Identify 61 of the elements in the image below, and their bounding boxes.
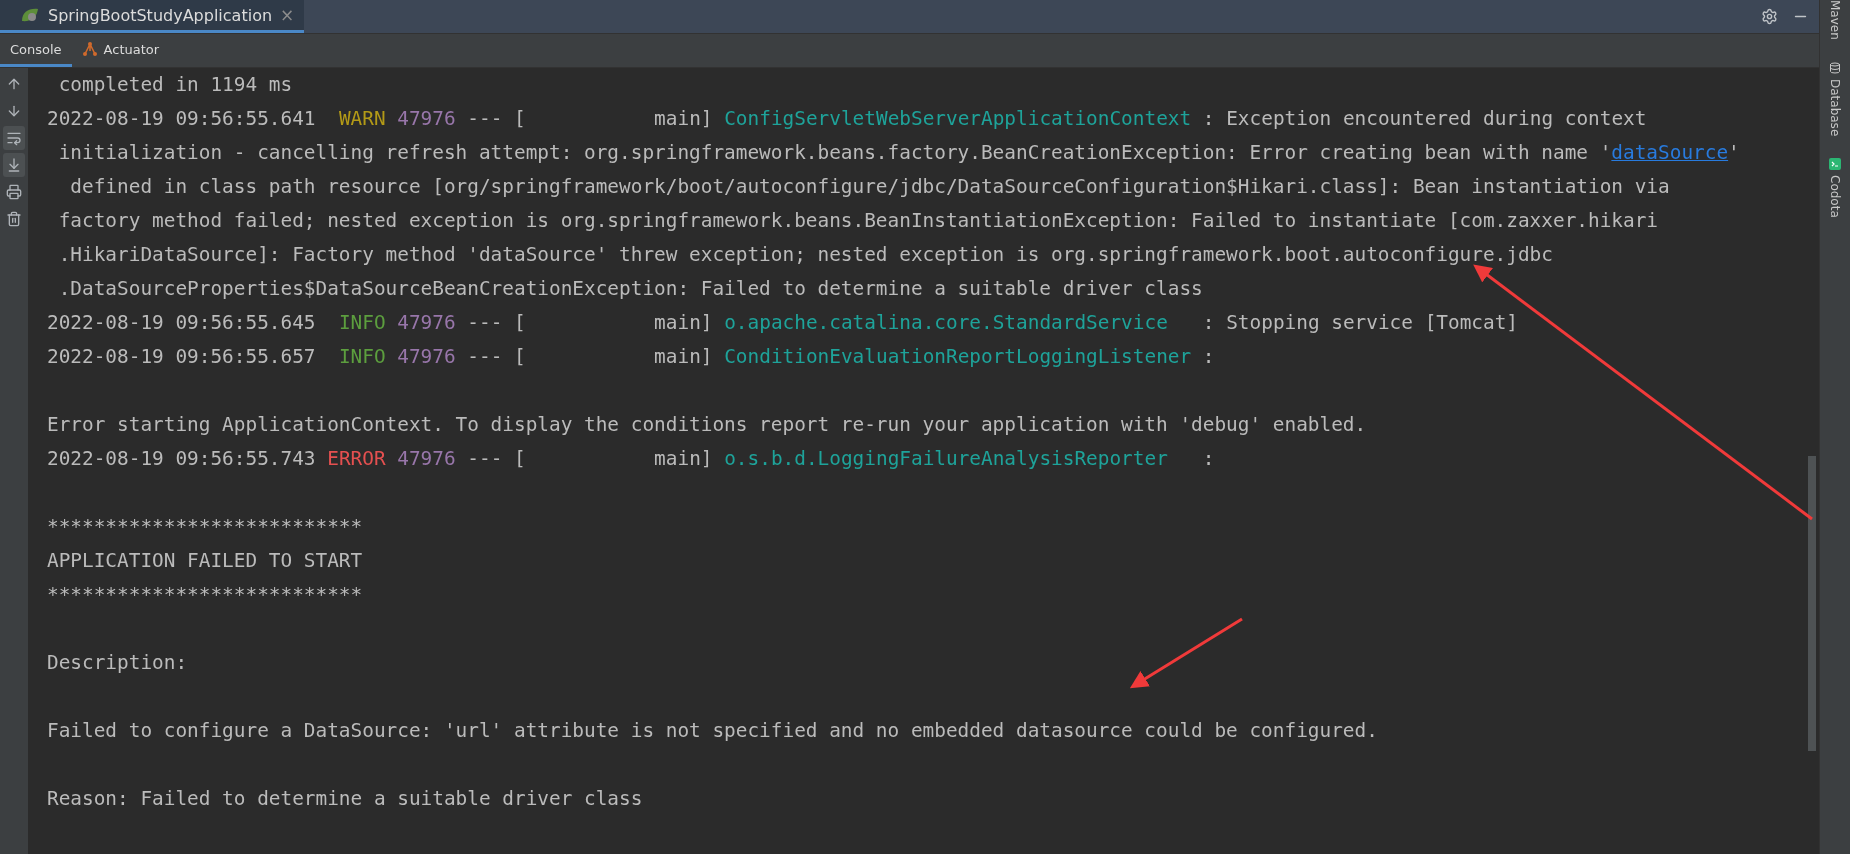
logger-name: ConfigServletWebServerApplicationContext bbox=[724, 106, 1192, 132]
log-timestamp: 2022-08-19 09:56:55.641 bbox=[47, 106, 316, 132]
log-separator: --- [ bbox=[467, 344, 526, 370]
arrow-icon bbox=[6, 157, 22, 173]
log-separator: --- [ bbox=[467, 310, 526, 336]
side-tool-tab[interactable]: Database bbox=[1828, 61, 1842, 137]
log-text: Reason: Failed to determine a suitable driver class bbox=[47, 786, 643, 812]
thread-name: main] bbox=[653, 310, 713, 336]
thread-name: main] bbox=[653, 446, 713, 472]
tab-label: SpringBootStudyApplication bbox=[48, 5, 273, 25]
log-separator: --- [ bbox=[467, 106, 526, 132]
process-id: 47976 bbox=[397, 446, 456, 472]
arrow-icon bbox=[6, 76, 22, 92]
log-message: : Exception encountered during context bbox=[1201, 106, 1647, 132]
log-text: Failed to configure a DataSource: 'url' attribute is not specified and no embedded datasource could be configured. bbox=[47, 718, 1378, 744]
thread-name: main] bbox=[653, 344, 713, 370]
log-text: initialization - cancelling refresh attempt: org.springframework.beans.factory.BeanCreationException: Error creating bean with name ' bbox=[57, 140, 1612, 166]
log-text: defined in class path resource [org/springframework/boot/autoconfigure/jdbc/DataSourceConfiguration$Hikari.class]: Bean instantiation via bbox=[69, 174, 1670, 200]
run-tab[interactable]: SpringBootStudyApplication × bbox=[0, 0, 305, 33]
soft-wrap-button[interactable] bbox=[3, 126, 25, 150]
log-level: INFO bbox=[337, 310, 386, 336]
log-timestamp: 2022-08-19 09:56:55.645 bbox=[47, 310, 316, 336]
logger-name: o.s.b.d.LoggingFailureAnalysisReporter bbox=[724, 446, 1169, 472]
log-message: : bbox=[1201, 446, 1215, 472]
close-button[interactable]: × bbox=[280, 5, 295, 25]
log-text: .DataSourceProperties$DataSourceBeanCreationException: Failed to determine a suitable driver class bbox=[57, 276, 1203, 302]
log-text: *************************** bbox=[47, 582, 363, 608]
tool-tab[interactable]: Actuator bbox=[71, 34, 170, 67]
log-message: : bbox=[1201, 344, 1215, 370]
scrollbar-thumb[interactable] bbox=[1808, 456, 1816, 751]
log-text: Description: bbox=[47, 650, 188, 676]
log-level: WARN bbox=[337, 106, 386, 132]
thread-name: main] bbox=[653, 106, 713, 132]
wrap-icon bbox=[6, 130, 22, 146]
log-text: APPLICATION FAILED TO START bbox=[47, 548, 363, 574]
log-level: ERROR bbox=[327, 446, 386, 472]
process-id: 47976 bbox=[397, 310, 456, 336]
log-text: .HikariDataSource]: Factory method 'dataSource' threw exception; nested exception is org.springframework.boot.autoconfigure.jdbc bbox=[57, 242, 1553, 268]
logger-name: o.apache.catalina.core.StandardService bbox=[724, 310, 1169, 336]
logger-name: ConditionEvaluationReportLoggingListener bbox=[724, 344, 1192, 370]
leaf-icon bbox=[20, 7, 40, 23]
log-timestamp: 2022-08-19 09:56:55.657 bbox=[47, 344, 316, 370]
log-text: *************************** bbox=[47, 514, 363, 540]
process-id: 47976 bbox=[397, 344, 456, 370]
side-tool-tab[interactable]: Codota bbox=[1828, 158, 1842, 218]
log-text: factory method failed; nested exception is org.springframework.beans.BeanInstantiationException: Failed to instantiate [com.zaxxer.hikari bbox=[57, 208, 1659, 234]
log-separator: --- [ bbox=[467, 446, 526, 472]
log-text: ' bbox=[1728, 140, 1740, 166]
arrow-icon bbox=[6, 103, 22, 119]
trash-icon bbox=[6, 211, 22, 227]
settings-icon[interactable] bbox=[1761, 8, 1778, 25]
side-tool-tab[interactable]: Maven bbox=[1828, 0, 1842, 40]
log-text: completed in 1194 ms bbox=[57, 72, 293, 98]
bean-link[interactable]: dataSource bbox=[1611, 136, 1729, 170]
log-timestamp: 2022-08-19 09:56:55.743 bbox=[47, 446, 316, 472]
printer-icon bbox=[6, 184, 22, 200]
log-message: : Stopping service [Tomcat] bbox=[1201, 310, 1519, 336]
log-text: Error starting ApplicationContext. To display the conditions report re-run your application with 'debug' enabled. bbox=[47, 412, 1367, 438]
process-id: 47976 bbox=[397, 106, 456, 132]
log-level: INFO bbox=[337, 344, 386, 370]
scroll-to-end-button[interactable] bbox=[3, 153, 25, 177]
